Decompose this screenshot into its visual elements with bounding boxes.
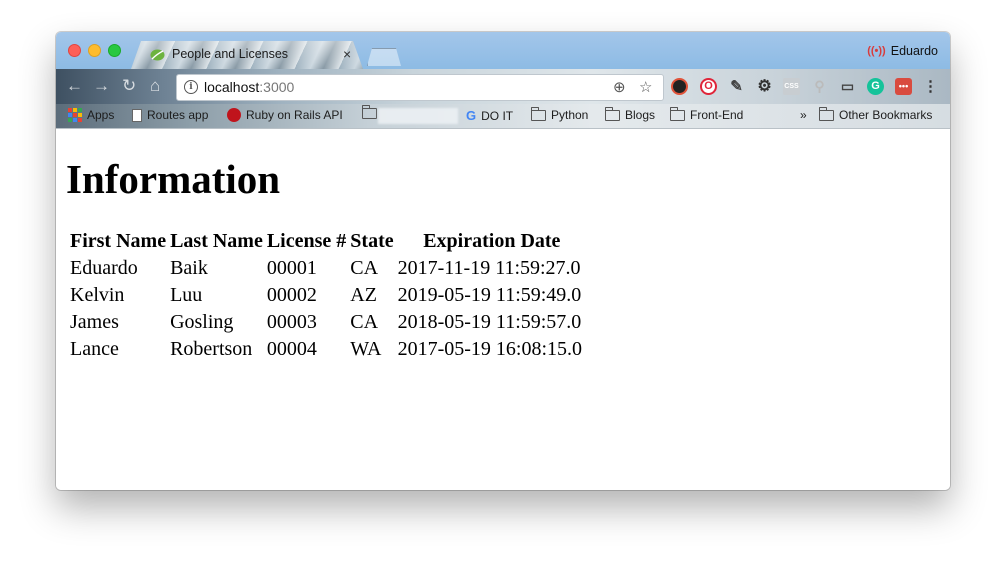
table-cell: Luu bbox=[170, 284, 203, 306]
table-cell: James bbox=[70, 311, 119, 333]
url-port: :3000 bbox=[259, 79, 295, 95]
table-header-row: First Name Last Name License # State Exp… bbox=[69, 229, 583, 254]
page-title: Information bbox=[66, 156, 281, 202]
new-tab-button[interactable] bbox=[367, 48, 401, 66]
table-cell: 2019-05-19 11:59:49.0 bbox=[397, 284, 582, 306]
folder-icon bbox=[362, 105, 377, 119]
extension-dots-icon[interactable]: ••• bbox=[895, 78, 912, 95]
gear-icon[interactable]: ⚙ bbox=[756, 78, 773, 95]
close-window-button[interactable] bbox=[68, 44, 81, 57]
table-cell: AZ bbox=[350, 284, 377, 306]
title-bar: People and Licenses × ((•)) Eduardo bbox=[56, 32, 950, 69]
table-cell: Lance bbox=[70, 338, 119, 360]
profile-icon: ((•)) bbox=[867, 45, 886, 57]
bookmark-folder-hidden[interactable] bbox=[362, 105, 377, 119]
table-cell: WA bbox=[350, 338, 382, 360]
page-content: Information First Name Last Name License… bbox=[56, 129, 950, 490]
overflow-icon: » bbox=[800, 108, 807, 122]
minimize-window-button[interactable] bbox=[88, 44, 101, 57]
grammarly-icon[interactable]: G bbox=[867, 78, 884, 95]
bookmark-routes[interactable]: Routes app bbox=[132, 108, 208, 122]
table-cell: 2018-05-19 11:59:57.0 bbox=[397, 311, 582, 333]
bookmark-label: Blogs bbox=[625, 108, 656, 122]
eyedropper-icon[interactable]: ✎ bbox=[728, 78, 745, 95]
bookmark-frontend[interactable]: Front-End bbox=[670, 106, 744, 122]
info-icon[interactable]: i bbox=[184, 80, 198, 94]
url-host: localhost bbox=[204, 79, 260, 95]
bookmark-label: Apps bbox=[87, 108, 115, 122]
table-cell: 2017-05-19 16:08:15.0 bbox=[397, 338, 583, 360]
cast-icon[interactable]: ▭ bbox=[839, 78, 856, 95]
profile-button[interactable]: ((•)) Eduardo bbox=[867, 44, 938, 58]
table-cell: 2017-11-19 11:59:27.0 bbox=[397, 257, 581, 279]
folder-icon bbox=[670, 106, 685, 121]
table-row: James Gosling 00003 CA 2018-05-19 11:59:… bbox=[69, 310, 583, 335]
table-cell: CA bbox=[350, 257, 379, 279]
table-row: Eduardo Baik 00001 CA 2017-11-19 11:59:2… bbox=[69, 256, 583, 281]
css-extension-icon[interactable]: CSS bbox=[783, 78, 800, 95]
search-extension-icon[interactable]: ⚲ bbox=[811, 78, 828, 95]
menu-icon[interactable]: ⋮ bbox=[922, 78, 939, 95]
bookmarks-overflow-button[interactable]: » bbox=[800, 108, 807, 122]
bookmark-python[interactable]: Python bbox=[531, 106, 589, 122]
blurred-bookmark bbox=[378, 108, 458, 124]
zoom-icon[interactable]: ⊕ bbox=[613, 78, 626, 96]
licenses-table: First Name Last Name License # State Exp… bbox=[67, 227, 585, 364]
profile-name: Eduardo bbox=[890, 44, 938, 58]
table-cell: 00004 bbox=[266, 338, 317, 360]
bookmark-rails[interactable]: Ruby on Rails API bbox=[227, 108, 343, 122]
maximize-window-button[interactable] bbox=[108, 44, 121, 57]
bookmark-label: Front-End bbox=[690, 108, 744, 122]
url-text: localhost:3000 bbox=[204, 79, 294, 95]
table-row: Kelvin Luu 00002 AZ 2019-05-19 11:59:49.… bbox=[69, 283, 583, 308]
bookmark-label: Ruby on Rails API bbox=[246, 108, 343, 122]
bookmarks-bar: Apps Routes app Ruby on Rails API G DO I… bbox=[56, 104, 950, 129]
table-cell: Eduardo bbox=[70, 257, 138, 279]
google-icon: G bbox=[466, 108, 477, 123]
column-header: Expiration Date bbox=[423, 230, 561, 252]
tab-close-icon[interactable]: × bbox=[343, 46, 351, 62]
apps-icon bbox=[68, 108, 82, 122]
bookmark-other[interactable]: Other Bookmarks bbox=[819, 106, 933, 122]
table-cell: Baik bbox=[170, 257, 208, 279]
page-icon bbox=[132, 108, 142, 122]
table-cell: CA bbox=[350, 311, 379, 333]
reload-icon[interactable]: ↻ bbox=[122, 77, 136, 95]
tab-people-and-licenses[interactable]: People and Licenses × bbox=[131, 41, 363, 69]
address-bar[interactable]: i localhost:3000 ⊕ ☆ bbox=[176, 74, 664, 101]
bookmark-blogs[interactable]: Blogs bbox=[605, 106, 656, 122]
column-header: First Name bbox=[70, 230, 167, 252]
back-icon[interactable]: ← bbox=[66, 77, 83, 95]
home-icon[interactable]: ⌂ bbox=[150, 77, 160, 95]
folder-icon bbox=[819, 106, 834, 121]
opera-icon[interactable]: O bbox=[700, 78, 717, 95]
browser-toolbar: ← → ↻ ⌂ i localhost:3000 ⊕ ☆ O ✎ ⚙ CSS ⚲… bbox=[56, 69, 950, 104]
table-cell: Robertson bbox=[170, 338, 253, 360]
column-header: License # bbox=[266, 230, 347, 252]
forward-icon[interactable]: → bbox=[93, 77, 110, 95]
table-cell: 00002 bbox=[266, 284, 317, 306]
bookmark-label: Python bbox=[551, 108, 589, 122]
bookmark-label: DO IT bbox=[481, 108, 514, 123]
table-row: Lance Robertson 00004 WA 2017-05-19 16:0… bbox=[69, 337, 583, 362]
table-cell: 00003 bbox=[266, 311, 317, 333]
bookmark-label: Routes app bbox=[147, 108, 209, 122]
folder-icon bbox=[605, 106, 620, 121]
column-header: Last Name bbox=[170, 230, 263, 252]
bookmark-label: Other Bookmarks bbox=[839, 108, 933, 122]
spring-leaf-icon bbox=[150, 49, 165, 61]
tab-title: People and Licenses bbox=[172, 47, 289, 61]
bookmark-doit[interactable]: G DO IT bbox=[466, 108, 513, 123]
bookmark-apps[interactable]: Apps bbox=[68, 108, 114, 122]
folder-icon bbox=[531, 106, 546, 121]
column-header: State bbox=[350, 230, 394, 252]
table-cell: Kelvin bbox=[70, 284, 125, 306]
extension-color-icon[interactable] bbox=[671, 78, 688, 95]
table-cell: Gosling bbox=[170, 311, 234, 333]
browser-window: People and Licenses × ((•)) Eduardo ← → … bbox=[56, 32, 950, 490]
table-cell: 00001 bbox=[266, 257, 317, 279]
star-icon[interactable]: ☆ bbox=[639, 78, 652, 96]
ruby-icon bbox=[227, 108, 241, 122]
